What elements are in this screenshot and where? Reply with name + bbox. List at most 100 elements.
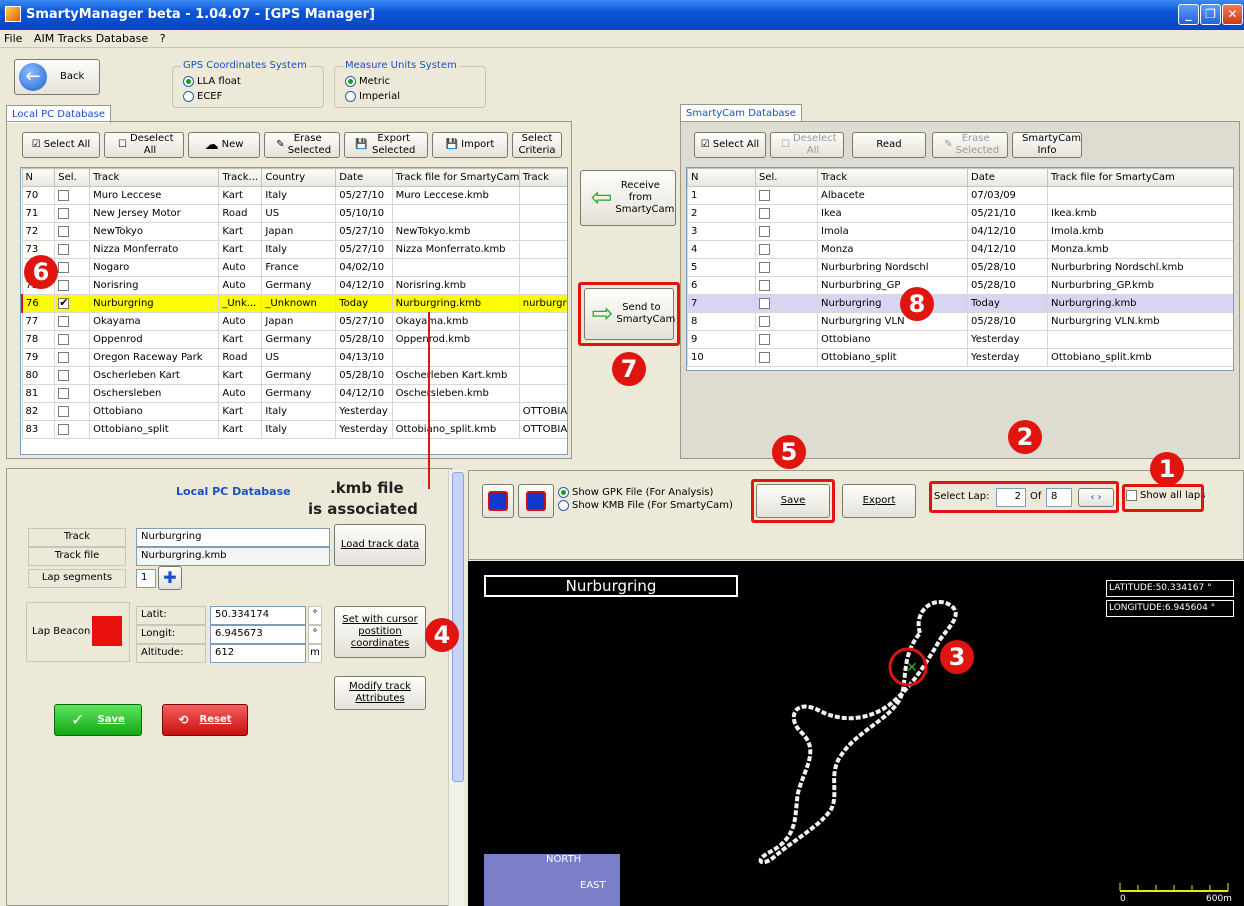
row-checkbox[interactable]	[759, 333, 770, 345]
local-column-header[interactable]: Track...	[218, 168, 263, 187]
row-select-cell[interactable]	[54, 204, 91, 223]
radio-ecef[interactable]: ECEF	[183, 91, 222, 102]
track-map[interactable]: Nurburgring LATITUDE:50.334167 ° LONGITU…	[468, 561, 1244, 906]
row-checkbox[interactable]	[58, 405, 70, 417]
row-select-cell[interactable]	[54, 384, 91, 403]
add-segment-plus-icon[interactable]: ✚	[158, 566, 182, 590]
row-select-cell[interactable]	[755, 294, 818, 313]
row-checkbox[interactable]	[759, 351, 770, 363]
row-checkbox[interactable]	[759, 279, 770, 291]
row-select-cell[interactable]	[755, 330, 818, 349]
table-row[interactable]: 82 Ottobiano Kart Italy Yesterday OTTOBIA	[21, 402, 567, 421]
table-row[interactable]: 83 Ottobiano_split Kart Italy Yesterday Ottob…	[21, 420, 567, 439]
row-select-cell[interactable]	[54, 366, 91, 385]
close-button[interactable]: ✕	[1222, 4, 1243, 25]
row-select-cell[interactable]	[755, 276, 818, 295]
row-checkbox[interactable]	[58, 369, 70, 381]
table-row[interactable]: 75NorisringAutoGermany04/12/10Norisring.…	[21, 276, 567, 295]
row-checkbox[interactable]	[58, 423, 70, 435]
detail-reset-button[interactable]: ⟲ Reset	[162, 704, 248, 736]
cam-column-header[interactable]: Sel.	[755, 168, 818, 187]
local-column-header[interactable]: Track	[518, 168, 567, 187]
altitude-field[interactable]: 612	[210, 644, 306, 663]
local-select-all-button[interactable]: ☑ Select All	[22, 132, 100, 158]
tab-smartycam-database[interactable]: SmartyCam Database	[680, 104, 802, 122]
row-select-cell[interactable]	[54, 240, 91, 259]
receive-from-smartycam-button[interactable]: ⇦ Receive from SmartyCam	[580, 170, 676, 226]
track-name-field[interactable]: Nurburgring	[136, 528, 330, 547]
minimize-button[interactable]: _	[1178, 4, 1199, 25]
row-select-cell[interactable]	[54, 330, 91, 349]
radio-show-kmb[interactable]: Show KMB File (For SmartyCam)	[558, 500, 733, 511]
lap-beacon-color-swatch[interactable]	[92, 616, 122, 646]
row-select-cell[interactable]	[54, 186, 91, 205]
cam-column-header[interactable]: Track	[817, 168, 968, 187]
local-column-header[interactable]: Date	[335, 168, 393, 187]
table-row[interactable]: 1 Albacete 07/03/09	[687, 186, 1233, 205]
row-select-cell[interactable]	[54, 294, 91, 313]
table-row[interactable]: 76 Nurburgring_Unk..._UnknownTodayNurburg…	[21, 294, 567, 313]
table-row[interactable]: 78 Oppenrod Kart Germany 05/28/10 Oppenrod.km…	[21, 330, 567, 349]
latitude-field[interactable]: 50.334174	[210, 606, 306, 625]
cam-smartycam-info-button[interactable]: SmartyCam Info	[1012, 132, 1082, 158]
row-select-cell[interactable]	[54, 402, 91, 421]
row-checkbox[interactable]	[58, 333, 70, 345]
table-row[interactable]: 2 Ikea 05/21/10 Ikea.kmb	[687, 204, 1233, 223]
cam-column-header[interactable]: N	[687, 168, 756, 187]
row-checkbox[interactable]	[759, 297, 770, 309]
row-checkbox[interactable]	[58, 315, 70, 327]
menu-help[interactable]: ?	[156, 30, 170, 47]
row-checkbox[interactable]	[58, 189, 70, 201]
row-checkbox[interactable]	[58, 207, 70, 219]
row-checkbox[interactable]	[759, 207, 770, 219]
cam-deselect-all-button[interactable]: ☐ Deselect All	[770, 132, 844, 158]
row-select-cell[interactable]	[755, 348, 818, 367]
table-row[interactable]: 6 Nurburbring_GP 05/28/10 Nurburbring_GP.km…	[687, 276, 1233, 295]
local-column-header[interactable]: Track file for SmartyCam	[391, 168, 520, 187]
set-with-cursor-button[interactable]: Set with cursor postition coordinates	[334, 606, 426, 658]
row-checkbox[interactable]	[58, 261, 70, 273]
cam-column-header[interactable]: Date	[967, 168, 1048, 187]
table-row[interactable]: 9 Ottobiano Yesterday	[687, 330, 1233, 349]
table-row[interactable]: 4 Monza 04/12/10 Monza.kmb	[687, 240, 1233, 259]
local-export-selected-button[interactable]: 💾 Export Selected	[344, 132, 428, 158]
row-checkbox[interactable]	[58, 296, 70, 309]
menu-file[interactable]: File	[0, 30, 26, 47]
row-checkbox[interactable]	[759, 315, 770, 327]
map-export-button[interactable]: Export	[842, 484, 916, 518]
table-row[interactable]: 80 Oscherleben Kart Kart Germany 05/28/10 Osc…	[21, 366, 567, 385]
rotate-right-icon[interactable]	[518, 484, 554, 518]
rotate-left-icon[interactable]	[482, 484, 514, 518]
table-row[interactable]: 77 Okayama Auto Japan 05/27/10 Okayama.kmb	[21, 312, 567, 331]
local-erase-selected-button[interactable]: ✎ Erase Selected	[264, 132, 340, 158]
row-select-cell[interactable]	[755, 204, 818, 223]
cam-erase-selected-button[interactable]: ✎ Erase Selected	[932, 132, 1008, 158]
row-select-cell[interactable]	[54, 312, 91, 331]
radio-metric[interactable]: Metric	[345, 76, 390, 87]
row-checkbox[interactable]	[58, 387, 70, 399]
cam-read-button[interactable]: Read	[852, 132, 926, 158]
table-row[interactable]: 70 Muro Leccese Kart Italy 05/27/10 Muro Lecc…	[21, 186, 567, 205]
table-row[interactable]: 72 NewTokyo Kart Japan 05/27/10 NewTokyo.kmb	[21, 222, 567, 241]
row-checkbox[interactable]	[58, 225, 70, 237]
table-row[interactable]: 71 New Jersey Motor Road US 05/10/10	[21, 204, 567, 223]
table-row[interactable]: 3 Imola 04/12/10 Imola.kmb	[687, 222, 1233, 241]
row-select-cell[interactable]	[755, 312, 818, 331]
row-checkbox[interactable]	[58, 351, 70, 363]
local-deselect-all-button[interactable]: ☐ Deselect All	[104, 132, 184, 158]
radio-show-gpk[interactable]: Show GPK File (For Analysis)	[558, 487, 713, 498]
row-checkbox[interactable]	[759, 189, 770, 201]
row-select-cell[interactable]	[755, 240, 818, 259]
row-select-cell[interactable]	[755, 186, 818, 205]
back-button[interactable]: ← Back	[14, 59, 100, 95]
local-new-button[interactable]: ☁ New	[188, 132, 260, 158]
row-checkbox[interactable]	[759, 243, 770, 255]
local-column-header[interactable]: Sel.	[54, 168, 91, 187]
cam-column-header[interactable]: Track file for SmartyCam	[1047, 168, 1233, 187]
table-row[interactable]: 79 Oregon Raceway Park Road US 04/13/10	[21, 348, 567, 367]
row-select-cell[interactable]	[54, 276, 91, 295]
lap-segments-field[interactable]: 1	[136, 569, 156, 588]
local-column-header[interactable]: N	[21, 168, 56, 187]
radio-imperial[interactable]: Imperial	[345, 91, 400, 102]
row-checkbox[interactable]	[759, 261, 770, 273]
